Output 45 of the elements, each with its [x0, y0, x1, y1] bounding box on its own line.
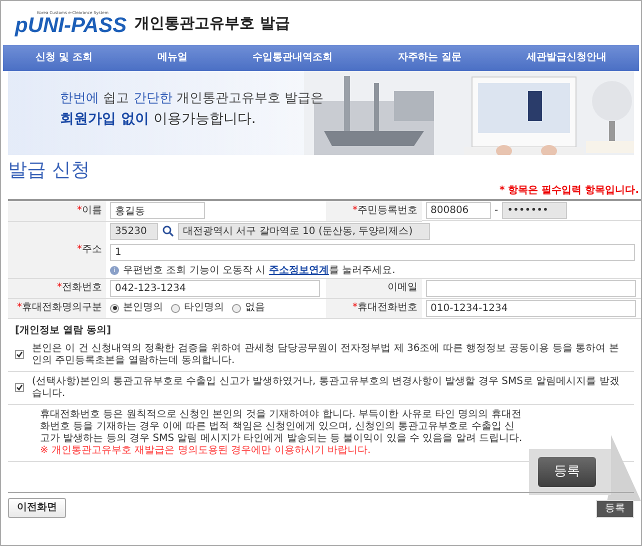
hint-text: 우편번호 조회 기능이 오동작 시 주소정보연계를 눌러주세요.: [123, 264, 396, 276]
input-field[interactable]: 홍길동: [110, 202, 205, 220]
address-detail-field[interactable]: 1: [110, 244, 635, 260]
consent-heading: [개인정보 열람 동의]: [14, 324, 112, 338]
input-field[interactable]: 800806: [426, 202, 490, 219]
checkbox[interactable]: [15, 350, 24, 359]
search-icon[interactable]: [162, 225, 174, 237]
password-field[interactable]: •••••••: [502, 202, 568, 219]
submit-button[interactable]: 등록: [596, 500, 634, 518]
field-label: *주민등록번호: [352, 204, 418, 216]
field-label: *주소: [77, 244, 102, 254]
nav-link[interactable]: 세관발급신청안내: [526, 52, 606, 64]
field-label: *휴대전화명의구분: [17, 302, 102, 313]
input-field[interactable]: [426, 280, 636, 296]
nav-link[interactable]: 수입통관내역조회: [252, 52, 333, 64]
site-title: 개인통관고유부호 발급: [134, 14, 290, 32]
nav-link[interactable]: 자주하는 질문: [398, 52, 462, 64]
nav-link[interactable]: 신청 및 조회: [36, 52, 93, 64]
required-note: * 항목은 필수입력 항목입니다.: [498, 185, 640, 197]
back-button[interactable]: 이전화면: [8, 498, 66, 518]
radio-option[interactable]: 본인명의: [110, 302, 163, 314]
banner-headline: 한번에 쉽고 간단한 개인통관고유부호 발급은: [60, 91, 325, 107]
magnified-submit-button[interactable]: 등록: [538, 457, 596, 487]
consent-text: (선택사항)본인의 통관고유부호로 수출입 신고가 발생하였거나, 통관고유부호의 변경사항이 발생할 경우 SMS로 알림메시지를 받겠습니다.: [32, 376, 620, 400]
nav-link[interactable]: 메뉴얼: [158, 52, 188, 64]
zip-field[interactable]: 35230: [110, 222, 158, 240]
field-label: *이름: [77, 204, 102, 216]
separator-text: -: [494, 204, 498, 216]
field-label: 이메일: [388, 282, 418, 293]
banner-headline: 회원가입 없이 이용가능합니다.: [60, 110, 257, 128]
field-label: *전화번호: [57, 282, 102, 293]
input-field[interactable]: 010-1234-1234: [426, 300, 636, 316]
page-title: 발급 신청: [7, 158, 92, 183]
logo-wordmark: UNI-PASS: [28, 14, 127, 36]
radio-option[interactable]: 없음: [232, 302, 265, 314]
consent-text: 본인은 이 건 신청내역의 정확한 검증을 위하여 관세청 담당공무원이 전자정부법 제 36조에 따른 행정정보 공동이용 등을 통하여 본인의 주민등록초본을 열람하는데 동의합니다.: [32, 342, 620, 366]
address-field[interactable]: 대전광역시 서구 갈마역로 10 (둔산동, 두양리제스): [178, 222, 430, 240]
input-field[interactable]: 042-123-1234: [110, 280, 320, 296]
field-label: *휴대전화번호: [352, 302, 418, 313]
address-link[interactable]: 주소정보연계: [268, 264, 329, 276]
checkbox[interactable]: [15, 383, 24, 392]
radio-option[interactable]: 타인명의: [171, 302, 224, 314]
logo-letter: p: [15, 14, 28, 36]
warning-text: ※ 개인통관고유부호 재발급은 명의도용된 경우에만 이용하시기 바랍니다.: [40, 444, 372, 456]
notice-text: 휴대전화번호 등은 원칙적으로 신청인 본인의 것을 기재하여야 합니다. 부득이한 사유로 타인 명의의 휴대전화번호 등을 기재하는 경우 이에 따른 법적 책임은 신청인에게 있으며, 신청인의 통관고유부호로 수출입 신고가 발생하는 등의 경우 SMS 알림 메시지가 타인에게 발송되는 등 불이익이 있을 수 있음을 알려 드립니다.: [40, 408, 524, 444]
